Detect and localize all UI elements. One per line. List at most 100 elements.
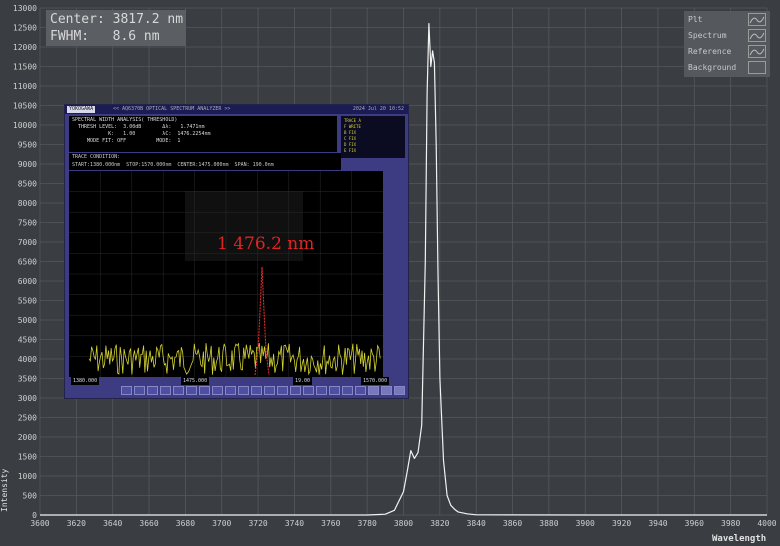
legend-label: Background <box>688 63 737 72</box>
y-tick-label: 1500 <box>18 453 37 462</box>
fwhm-row: FWHM: 8.6 nm <box>50 28 182 45</box>
osa-softkey-button[interactable] <box>381 386 392 395</box>
osa-center-value: 1475.000 <box>181 377 210 385</box>
osa-analysis-panel: SPECTRAL WIDTH ANALYSIS( THRESHOLD) THRE… <box>69 116 337 152</box>
y-tick-label: 1000 <box>18 472 37 481</box>
wave-icon <box>748 13 766 26</box>
osa-screenshot-inset: YOKOGAWA << AQ6370B OPTICAL SPECTRUM ANA… <box>64 104 409 399</box>
osa-softkey-button[interactable] <box>212 386 223 395</box>
osa-softkey-button[interactable] <box>121 386 132 395</box>
analysis-line: MODE FIT: OFF MODE: 1 <box>72 138 181 144</box>
x-axis-label: Wavelength <box>712 534 766 544</box>
x-tick-label: 3860 <box>503 519 522 528</box>
osa-softkey-button[interactable] <box>290 386 301 395</box>
osa-trace-condition: TRACE CONDITION: START:1380.000nm STOP:1… <box>69 153 341 170</box>
x-tick-label: 3700 <box>212 519 231 528</box>
osa-softkey-button[interactable] <box>251 386 262 395</box>
x-tick-label: 3680 <box>176 519 195 528</box>
y-tick-label: 10000 <box>13 121 37 130</box>
x-tick-label: 3980 <box>721 519 740 528</box>
osa-start-value: 1380.000 <box>71 377 100 385</box>
osa-softkey-button[interactable] <box>238 386 249 395</box>
osa-softkey-button[interactable] <box>303 386 314 395</box>
x-tick-label: 3760 <box>321 519 340 528</box>
legend-item-plt[interactable]: Plt <box>686 12 768 27</box>
osa-softkey-button[interactable] <box>264 386 275 395</box>
x-tick-label: 3840 <box>467 519 486 528</box>
osa-softkey-button[interactable] <box>199 386 210 395</box>
osa-softkey-button[interactable] <box>186 386 197 395</box>
osa-span-value: 19.00 <box>293 377 313 385</box>
analysis-line: SPECTRAL WIDTH ANALYSIS( THRESHOLD) <box>72 117 178 123</box>
osa-peak-trace <box>254 266 270 376</box>
y-tick-label: 7000 <box>18 238 37 247</box>
y-tick-label: 3500 <box>18 375 37 384</box>
osa-softkey-button[interactable] <box>329 386 340 395</box>
center-row: Center: 3817.2 nm <box>50 11 184 28</box>
x-tick-label: 3740 <box>285 519 304 528</box>
legend-item-background[interactable]: Background <box>686 60 768 75</box>
y-axis-label: Intensity <box>0 468 9 512</box>
y-tick-label: 6500 <box>18 258 37 267</box>
legend-label: Reference <box>688 47 732 56</box>
osa-softkey-row <box>121 386 405 396</box>
osa-softkey-button[interactable] <box>355 386 366 395</box>
y-tick-label: 11000 <box>13 82 37 91</box>
osa-plot-area: 1 476.2 nm <box>69 171 383 377</box>
x-tick-label: 3660 <box>139 519 158 528</box>
fwhm-label: FWHM: <box>50 29 90 44</box>
y-tick-label: 2500 <box>18 414 37 423</box>
osa-softkey-button[interactable] <box>342 386 353 395</box>
osa-softkey-button[interactable] <box>160 386 171 395</box>
osa-stop-value: 1570.000 <box>361 377 390 385</box>
y-tick-label: 4500 <box>18 336 37 345</box>
x-tick-label: 3640 <box>103 519 122 528</box>
wave-icon <box>748 45 766 58</box>
y-tick-label: 0 <box>32 511 37 520</box>
osa-softkey-button[interactable] <box>394 386 405 395</box>
y-tick-label: 5500 <box>18 297 37 306</box>
osa-softkey-button[interactable] <box>173 386 184 395</box>
peak-wavelength-annotation: 1 476.2 nm <box>217 234 314 254</box>
y-tick-label: 7500 <box>18 219 37 228</box>
legend-label: Spectrum <box>688 31 727 40</box>
wave-icon <box>748 29 766 42</box>
y-tick-label: 12000 <box>13 43 37 52</box>
y-tick-label: 9000 <box>18 160 37 169</box>
x-tick-label: 3880 <box>539 519 558 528</box>
osa-softkey-button[interactable] <box>277 386 288 395</box>
trace-cond-line: START:1380.000nm STOP:1570.000nm CENTER:… <box>72 162 274 168</box>
y-tick-label: 9500 <box>18 141 37 150</box>
y-tick-label: 13000 <box>13 4 37 13</box>
spectrum-viewer-window: 3600 3620 3640 3660 3680 3700 3720 3740 3760 3780… <box>0 0 780 546</box>
x-tick-label: 3960 <box>685 519 704 528</box>
osa-softkey-button[interactable] <box>316 386 327 395</box>
trace-cond-line: TRACE CONDITION: <box>72 154 121 160</box>
x-tick-label: 3600 <box>30 519 49 528</box>
legend-item-spectrum[interactable]: Spectrum <box>686 28 768 43</box>
osa-softkey-button[interactable] <box>225 386 236 395</box>
osa-trace-list: TRACE A F WRITE B FIX C FIX D FIX E FIX <box>341 116 405 158</box>
y-tick-label: 11500 <box>13 63 37 72</box>
y-tick-label: 12500 <box>13 24 37 33</box>
y-tick-label: 2000 <box>18 433 37 442</box>
empty-swatch-icon <box>748 61 766 74</box>
center-label: Center: <box>50 12 105 27</box>
legend-item-reference[interactable]: Reference <box>686 44 768 59</box>
osa-softkey-button[interactable] <box>134 386 145 395</box>
osa-brand-logo: YOKOGAWA <box>67 106 96 113</box>
osa-title-bar: YOKOGAWA << AQ6370B OPTICAL SPECTRUM ANA… <box>65 105 408 114</box>
analysis-line: K: 1.00 λC: 1476.2254nm <box>72 131 211 137</box>
osa-softkey-button[interactable] <box>147 386 158 395</box>
y-tick-label: 500 <box>23 492 38 501</box>
x-tick-label: 3900 <box>576 519 595 528</box>
center-value: 3817.2 nm <box>112 12 184 27</box>
measurement-readout: Center: 3817.2 nm FWHM: 8.6 nm <box>46 10 186 46</box>
y-tick-label: 8500 <box>18 180 37 189</box>
osa-footer-scale: 1380.000 1475.000 19.00 1570.000 <box>65 377 408 385</box>
y-tick-label: 3000 <box>18 394 37 403</box>
trace-list-row: E FIX <box>344 148 357 153</box>
x-tick-label: 3920 <box>612 519 631 528</box>
x-tick-label: 3620 <box>67 519 86 528</box>
osa-softkey-button[interactable] <box>368 386 379 395</box>
